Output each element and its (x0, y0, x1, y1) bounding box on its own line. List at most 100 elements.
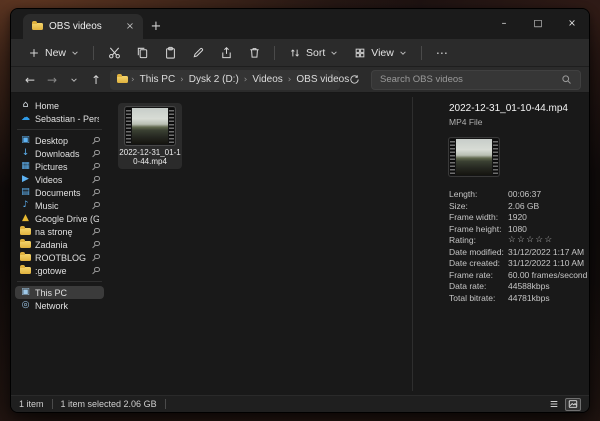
breadcrumb-chevron-icon: › (128, 75, 138, 85)
home-icon: ⌂ (20, 101, 31, 110)
list-view-icon (549, 399, 559, 409)
pictures-icon: ▦ (20, 162, 31, 171)
sidebar-item-zadania[interactable]: Zadania (15, 238, 104, 251)
more-options-button[interactable]: ⋯ (429, 42, 455, 64)
toolbar-separator (93, 46, 94, 60)
properties-list: Length: 00:06:37 Size: 2.06 GB Frame wid… (449, 189, 583, 304)
video-thumbnail (125, 107, 175, 145)
chevron-down-icon (399, 49, 407, 57)
videos-icon: ▶ (20, 175, 31, 184)
filmstrip-edge (493, 139, 498, 175)
folder-icon (20, 241, 31, 248)
content-area: ⌂ Home ☁ Sebastian - Personal ▣ Desktop … (11, 93, 589, 395)
property-label: Date created: (449, 258, 506, 270)
sidebar-item-network[interactable]: ◎ Network (15, 299, 104, 312)
sidebar-item-music[interactable]: ♪ Music (15, 199, 104, 212)
filmstrip-edge (450, 139, 455, 175)
thumbnail-image (456, 139, 492, 175)
pin-icon (91, 150, 99, 158)
sidebar-item-documents[interactable]: ▤ Documents (15, 186, 104, 199)
sidebar-item-this-pc[interactable]: ▣ This PC (15, 286, 104, 299)
search-input[interactable] (380, 74, 561, 85)
sidebar: ⌂ Home ☁ Sebastian - Personal ▣ Desktop … (11, 93, 108, 395)
folder-icon (20, 228, 31, 235)
sidebar-item-gotowe[interactable]: :gotowe (15, 264, 104, 277)
sidebar-item-na-strone[interactable]: na stronę (15, 225, 104, 238)
window-controls: – □ × (487, 9, 589, 38)
new-tab-button[interactable]: + (143, 14, 169, 39)
view-button[interactable]: View (347, 42, 414, 64)
minimize-button[interactable]: – (487, 9, 521, 38)
sidebar-item-pictures[interactable]: ▦ Pictures (15, 160, 104, 173)
sidebar-item-videos[interactable]: ▶ Videos (15, 173, 104, 186)
explorer-tab[interactable]: OBS videos × (23, 14, 143, 39)
forward-button[interactable]: → (41, 70, 63, 90)
file-item-selected[interactable]: 2022-12-31_01-10-44.mp4 (118, 103, 182, 169)
property-label: Size: (449, 201, 506, 213)
property-value: 1080 (508, 224, 587, 236)
copy-icon (136, 46, 149, 59)
this-pc-icon: ▣ (20, 288, 31, 297)
paste-button[interactable] (157, 42, 183, 64)
refresh-button[interactable] (343, 70, 365, 90)
details-view-toggle[interactable] (546, 398, 562, 411)
share-button[interactable] (213, 42, 239, 64)
google-drive-icon: ▲ (20, 214, 31, 223)
pin-icon (91, 189, 99, 197)
sidebar-item-downloads[interactable]: ↓ Downloads (15, 147, 104, 160)
property-value: 31/12/2022 1:10 AM (508, 258, 587, 270)
explorer-window: OBS videos × + – □ × New (10, 8, 590, 413)
cut-button[interactable] (101, 42, 127, 64)
sidebar-separator (17, 129, 102, 130)
trash-icon (248, 46, 261, 59)
pin-icon (91, 241, 99, 249)
breadcrumb-drive[interactable]: Dysk 2 (D:) (187, 74, 241, 85)
search-icon (561, 74, 572, 85)
details-thumbnail (449, 138, 499, 176)
up-button[interactable]: ↑ (85, 70, 107, 90)
property-label: Frame width: (449, 212, 506, 224)
breadcrumb[interactable]: › This PC › Dysk 2 (D:) › Videos › OBS v… (110, 70, 340, 90)
copy-button[interactable] (129, 42, 155, 64)
pin-icon (91, 176, 99, 184)
rename-button[interactable] (185, 42, 211, 64)
share-icon (220, 46, 233, 59)
maximize-button[interactable]: □ (521, 9, 555, 38)
sidebar-item-onedrive[interactable]: ☁ Sebastian - Personal (15, 112, 104, 125)
breadcrumb-videos[interactable]: Videos (250, 74, 284, 85)
close-button[interactable]: × (555, 9, 589, 38)
property-value: 2.06 GB (508, 201, 587, 213)
rating-stars[interactable]: ☆☆☆☆☆ (508, 235, 587, 247)
property-label: Date modified: (449, 247, 506, 259)
sidebar-item-rootblog[interactable]: ROOTBLOG (15, 251, 104, 264)
new-button[interactable]: New (21, 42, 86, 64)
property-value: 60.00 frames/second (508, 270, 587, 282)
pin-icon (91, 137, 99, 145)
paste-icon (164, 46, 177, 59)
property-label: Total bitrate: (449, 293, 506, 305)
sort-button[interactable]: Sort (282, 42, 345, 64)
scissors-icon (108, 46, 121, 59)
rename-icon (192, 46, 205, 59)
property-label: Rating: (449, 235, 506, 247)
sidebar-item-desktop[interactable]: ▣ Desktop (15, 134, 104, 147)
statusbar-divider (52, 399, 53, 409)
folder-icon (32, 23, 43, 30)
pin-icon (91, 228, 99, 236)
breadcrumb-this-pc[interactable]: This PC (138, 74, 178, 85)
sidebar-item-home[interactable]: ⌂ Home (15, 99, 104, 112)
sort-icon (289, 47, 301, 59)
pin-icon (91, 202, 99, 210)
delete-button[interactable] (241, 42, 267, 64)
property-value: 00:06:37 (508, 189, 587, 201)
folder-icon (20, 254, 31, 261)
thumbnail-view-toggle[interactable] (565, 398, 581, 411)
plus-icon (28, 47, 40, 59)
tab-close-icon[interactable]: × (123, 20, 137, 34)
recent-locations-button[interactable] (63, 70, 85, 90)
back-button[interactable]: ← (19, 70, 41, 90)
chevron-down-icon (71, 49, 79, 57)
breadcrumb-chevron-icon: › (285, 75, 295, 85)
sidebar-item-google-drive[interactable]: ▲ Google Drive (G:) (15, 212, 104, 225)
network-icon: ◎ (20, 301, 31, 310)
